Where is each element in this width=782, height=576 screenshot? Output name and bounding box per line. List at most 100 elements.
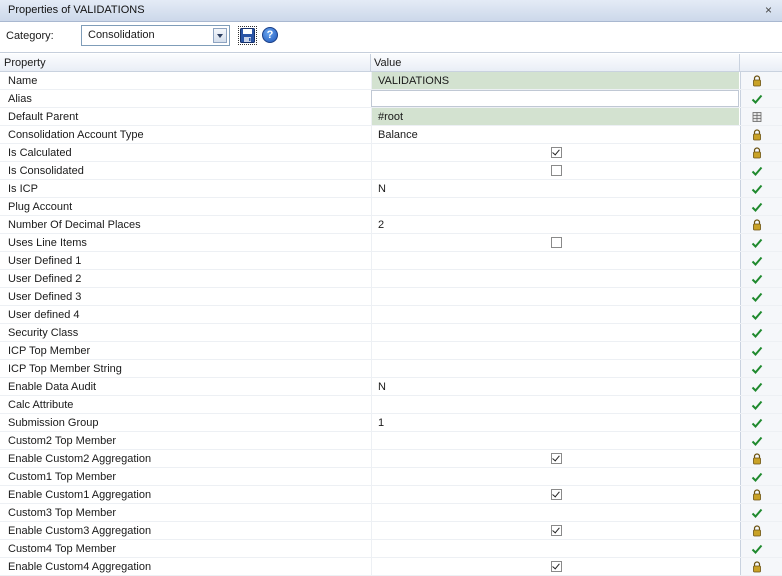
table-row[interactable]: Is ICP N (0, 180, 782, 198)
property-value[interactable] (371, 198, 739, 215)
value-checkbox[interactable] (551, 453, 562, 464)
property-value[interactable] (371, 450, 739, 467)
table-row[interactable]: Custom4 Top Member (0, 540, 782, 558)
property-value[interactable] (371, 486, 739, 503)
table-row[interactable]: Uses Line Items (0, 234, 782, 252)
property-value[interactable] (371, 396, 739, 413)
property-value[interactable] (371, 270, 739, 287)
row-status-cell[interactable] (740, 378, 782, 395)
row-status-cell[interactable] (740, 270, 782, 287)
row-status-cell[interactable] (740, 504, 782, 521)
table-row[interactable]: ICP Top Member String (0, 360, 782, 378)
row-status-cell[interactable] (740, 324, 782, 341)
row-status-cell[interactable] (740, 252, 782, 269)
property-value[interactable] (371, 540, 739, 557)
table-row[interactable]: User defined 4 (0, 306, 782, 324)
table-row[interactable]: Default Parent #root (0, 108, 782, 126)
property-value[interactable]: 2 (371, 216, 739, 233)
table-row[interactable]: Enable Custom3 Aggregation (0, 522, 782, 540)
table-row[interactable]: Enable Custom2 Aggregation (0, 450, 782, 468)
table-row[interactable]: Enable Data Audit N (0, 378, 782, 396)
row-status-cell[interactable] (740, 360, 782, 377)
property-value[interactable] (371, 90, 739, 107)
row-status-cell[interactable] (740, 432, 782, 449)
property-value[interactable]: #root (371, 108, 739, 125)
property-value[interactable] (371, 324, 739, 341)
table-row[interactable]: Is Calculated (0, 144, 782, 162)
row-status-cell[interactable] (740, 306, 782, 323)
property-value[interactable] (371, 504, 739, 521)
table-row[interactable]: User Defined 1 (0, 252, 782, 270)
row-status-cell[interactable] (740, 414, 782, 431)
table-row[interactable]: Alias (0, 90, 782, 108)
value-checkbox[interactable] (551, 561, 562, 572)
property-value[interactable] (371, 432, 739, 449)
property-value[interactable] (371, 468, 739, 485)
row-status-cell[interactable] (740, 450, 782, 467)
row-status-cell[interactable] (740, 216, 782, 233)
help-icon[interactable]: ? (262, 27, 278, 43)
property-value[interactable]: VALIDATIONS (371, 72, 739, 89)
property-value[interactable]: 1 (371, 414, 739, 431)
column-header-property[interactable]: Property (4, 57, 46, 69)
column-header-value[interactable]: Value (374, 57, 401, 69)
table-row[interactable]: User Defined 2 (0, 270, 782, 288)
table-row[interactable]: Custom3 Top Member (0, 504, 782, 522)
row-status-cell[interactable] (740, 180, 782, 197)
row-status-cell[interactable] (740, 396, 782, 413)
property-value[interactable] (371, 306, 739, 323)
row-status-cell[interactable] (740, 234, 782, 251)
table-row[interactable]: ICP Top Member (0, 342, 782, 360)
table-row[interactable]: Number Of Decimal Places 2 (0, 216, 782, 234)
chevron-down-icon[interactable] (213, 28, 227, 43)
property-value[interactable] (371, 558, 739, 575)
property-value[interactable] (371, 234, 739, 251)
row-status-cell[interactable] (740, 486, 782, 503)
property-value[interactable] (371, 288, 739, 305)
property-value[interactable]: N (371, 378, 739, 395)
row-status-cell[interactable] (740, 198, 782, 215)
row-status-cell[interactable] (740, 72, 782, 89)
table-row[interactable]: Enable Custom4 Aggregation (0, 558, 782, 576)
value-checkbox[interactable] (551, 237, 562, 248)
table-row[interactable]: Consolidation Account Type Balance (0, 126, 782, 144)
value-checkbox[interactable] (551, 165, 562, 176)
row-status-cell[interactable] (740, 342, 782, 359)
property-value[interactable]: Balance (371, 126, 739, 143)
row-status-cell[interactable] (740, 288, 782, 305)
value-checkbox[interactable] (551, 489, 562, 500)
table-row[interactable]: Calc Attribute (0, 396, 782, 414)
row-status-cell[interactable] (740, 468, 782, 485)
row-status-cell[interactable] (740, 558, 782, 575)
row-status-cell[interactable] (740, 126, 782, 143)
row-status-cell[interactable] (740, 540, 782, 557)
property-value[interactable]: N (371, 180, 739, 197)
value-checkbox[interactable] (551, 147, 562, 158)
value-checkbox[interactable] (551, 525, 562, 536)
table-row[interactable]: Is Consolidated (0, 162, 782, 180)
table-row[interactable]: Enable Custom1 Aggregation (0, 486, 782, 504)
table-row[interactable]: Custom2 Top Member (0, 432, 782, 450)
property-value[interactable] (371, 360, 739, 377)
row-status-cell[interactable] (740, 144, 782, 161)
column-separator[interactable] (370, 54, 371, 71)
table-row[interactable]: Custom1 Top Member (0, 468, 782, 486)
row-status-cell[interactable] (740, 522, 782, 539)
table-row[interactable]: Security Class (0, 324, 782, 342)
table-row[interactable]: Submission Group 1 (0, 414, 782, 432)
property-value[interactable] (371, 522, 739, 539)
category-select[interactable]: Consolidation (81, 25, 230, 46)
table-row[interactable]: Name VALIDATIONS (0, 72, 782, 90)
column-separator[interactable] (739, 54, 740, 71)
property-value[interactable] (371, 162, 739, 179)
close-icon[interactable]: × (765, 3, 772, 17)
table-row[interactable]: User Defined 3 (0, 288, 782, 306)
property-value[interactable] (371, 252, 739, 269)
table-row[interactable]: Plug Account (0, 198, 782, 216)
row-status-cell[interactable] (740, 162, 782, 179)
row-status-cell[interactable] (740, 90, 782, 107)
property-value[interactable] (371, 144, 739, 161)
save-button[interactable] (238, 26, 257, 45)
row-status-cell[interactable] (740, 108, 782, 125)
property-value[interactable] (371, 342, 739, 359)
